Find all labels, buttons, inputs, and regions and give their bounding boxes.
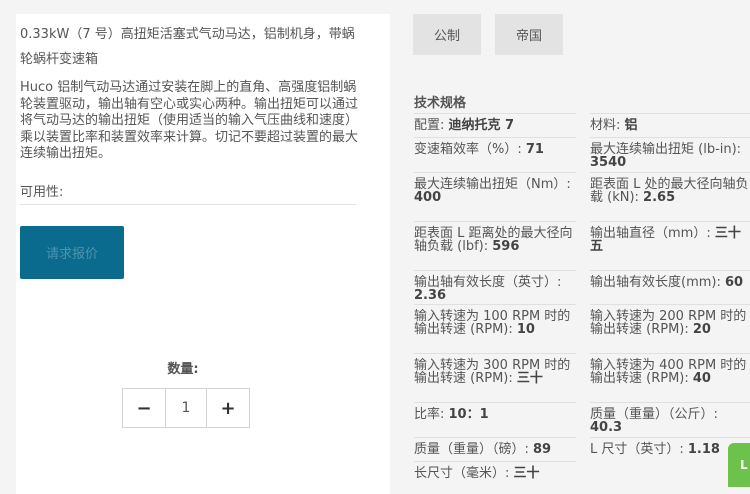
- spec-item: 最大连续输出扭矩（Nm）: 400: [414, 172, 576, 221]
- quantity-stepper: − 1 +: [122, 388, 250, 428]
- availability-label: 可用性:: [20, 181, 356, 205]
- spec-value: 400: [414, 190, 442, 205]
- spec-item: 距表面 L 处的最大径向轴负载 (kN): 2.65: [590, 172, 750, 221]
- spec-label: 变速箱效率（%）:: [414, 142, 526, 157]
- chat-widget-tab[interactable]: L: [728, 443, 750, 487]
- spec-item: 变速箱效率（%）: 71: [414, 137, 576, 172]
- spec-label: 输入转速为 100 RPM 时的输出转速 (RPM):: [414, 309, 571, 337]
- spec-item: 输出轴直径（mm）: 三十五: [590, 221, 750, 270]
- spec-value: 三十: [516, 371, 543, 386]
- spec-item: 长尺寸（毫米）: 三十: [414, 461, 576, 483]
- spec-value: 2.65: [643, 190, 676, 205]
- decrement-button[interactable]: −: [123, 389, 165, 427]
- spec-value: 596: [492, 239, 520, 254]
- spec-value: 三十: [513, 466, 540, 481]
- request-quote-button[interactable]: 请求报价: [20, 226, 124, 279]
- spec-item: 输出轴有效长度（英寸）: 2.36: [414, 270, 576, 304]
- product-title: 0.33kW（7 号）高扭矩活塞式气动马达，铝制机身，带蜗轮蜗杆变速箱: [20, 27, 355, 67]
- chat-tab-label: L: [740, 458, 748, 472]
- spec-label: 输出轴有效长度(mm):: [590, 275, 725, 290]
- spec-item: 输入转速为 200 RPM 时的输出转速 (RPM): 20: [590, 304, 750, 353]
- spec-label: 输入转速为 300 RPM 时的输出转速 (RPM):: [414, 358, 571, 386]
- spec-item: 材料: 铝: [590, 113, 750, 137]
- spec-value: 20: [692, 322, 711, 337]
- spec-item: 输入转速为 100 RPM 时的输出转速 (RPM): 10: [414, 304, 576, 353]
- spec-value: 60: [724, 275, 744, 290]
- spec-value: 71: [525, 142, 544, 157]
- spec-label: 输出轴直径（mm）:: [590, 226, 715, 241]
- spec-label: 材料:: [590, 118, 625, 133]
- metric-button[interactable]: 公制: [413, 14, 481, 55]
- spec-label: 比率:: [414, 407, 449, 422]
- increment-button[interactable]: +: [207, 389, 249, 427]
- specs-title: 技术规格: [414, 96, 467, 111]
- spec-value: 10：1: [448, 407, 489, 422]
- spec-item: 质量（重量）（磅）: 89: [414, 437, 576, 461]
- spec-item: 配置: 迪纳托克 7: [414, 113, 576, 137]
- spec-label: 输入转速为 200 RPM 时的输出转速 (RPM):: [590, 309, 747, 337]
- spec-value: 40: [692, 371, 711, 386]
- spec-label: 输入转速为 400 RPM 时的输出转速 (RPM):: [590, 358, 747, 386]
- spec-label: L 尺寸（英寸）:: [590, 442, 688, 457]
- spec-item: 输入转速为 400 RPM 时的输出转速 (RPM): 40: [590, 353, 750, 402]
- spec-item: 最大连续输出扭矩 (lb-in): 3540: [590, 137, 750, 172]
- spec-value: 3540: [590, 155, 627, 170]
- spec-value: 迪纳托克 7: [448, 118, 515, 133]
- spec-item: 比率: 10：1: [414, 402, 576, 437]
- imperial-button[interactable]: 帝国: [495, 14, 563, 55]
- spec-value: 2.36: [414, 288, 447, 303]
- spec-value: 铝: [624, 118, 638, 133]
- spec-label: 长尺寸（毫米）:: [414, 466, 514, 481]
- spec-value: 1.18: [687, 442, 720, 457]
- spec-label: 配置:: [414, 118, 449, 133]
- spec-value: 40.3: [590, 420, 623, 435]
- spec-item: 输出轴有效长度(mm): 60: [590, 270, 750, 304]
- quantity-label: 数量:: [167, 362, 199, 377]
- spec-item: 输入转速为 300 RPM 时的输出转速 (RPM): 三十: [414, 353, 576, 402]
- spec-item: 质量（重量）（公斤）: 40.3: [590, 402, 750, 437]
- product-description: Huco 铝制气动马达通过安装在脚上的直角、高强度铝制蜗轮装置驱动，输出轴有空心…: [20, 80, 359, 161]
- spec-item: 距表面 L 距离处的最大径向轴负载 (lbf): 596: [414, 221, 576, 270]
- spec-value: 89: [533, 442, 552, 457]
- quantity-value[interactable]: 1: [165, 389, 207, 427]
- spec-value: 10: [516, 322, 535, 337]
- spec-label: 质量（重量）（磅）:: [414, 442, 534, 457]
- spec-item: L 尺寸（英寸）: 1.18: [590, 437, 750, 461]
